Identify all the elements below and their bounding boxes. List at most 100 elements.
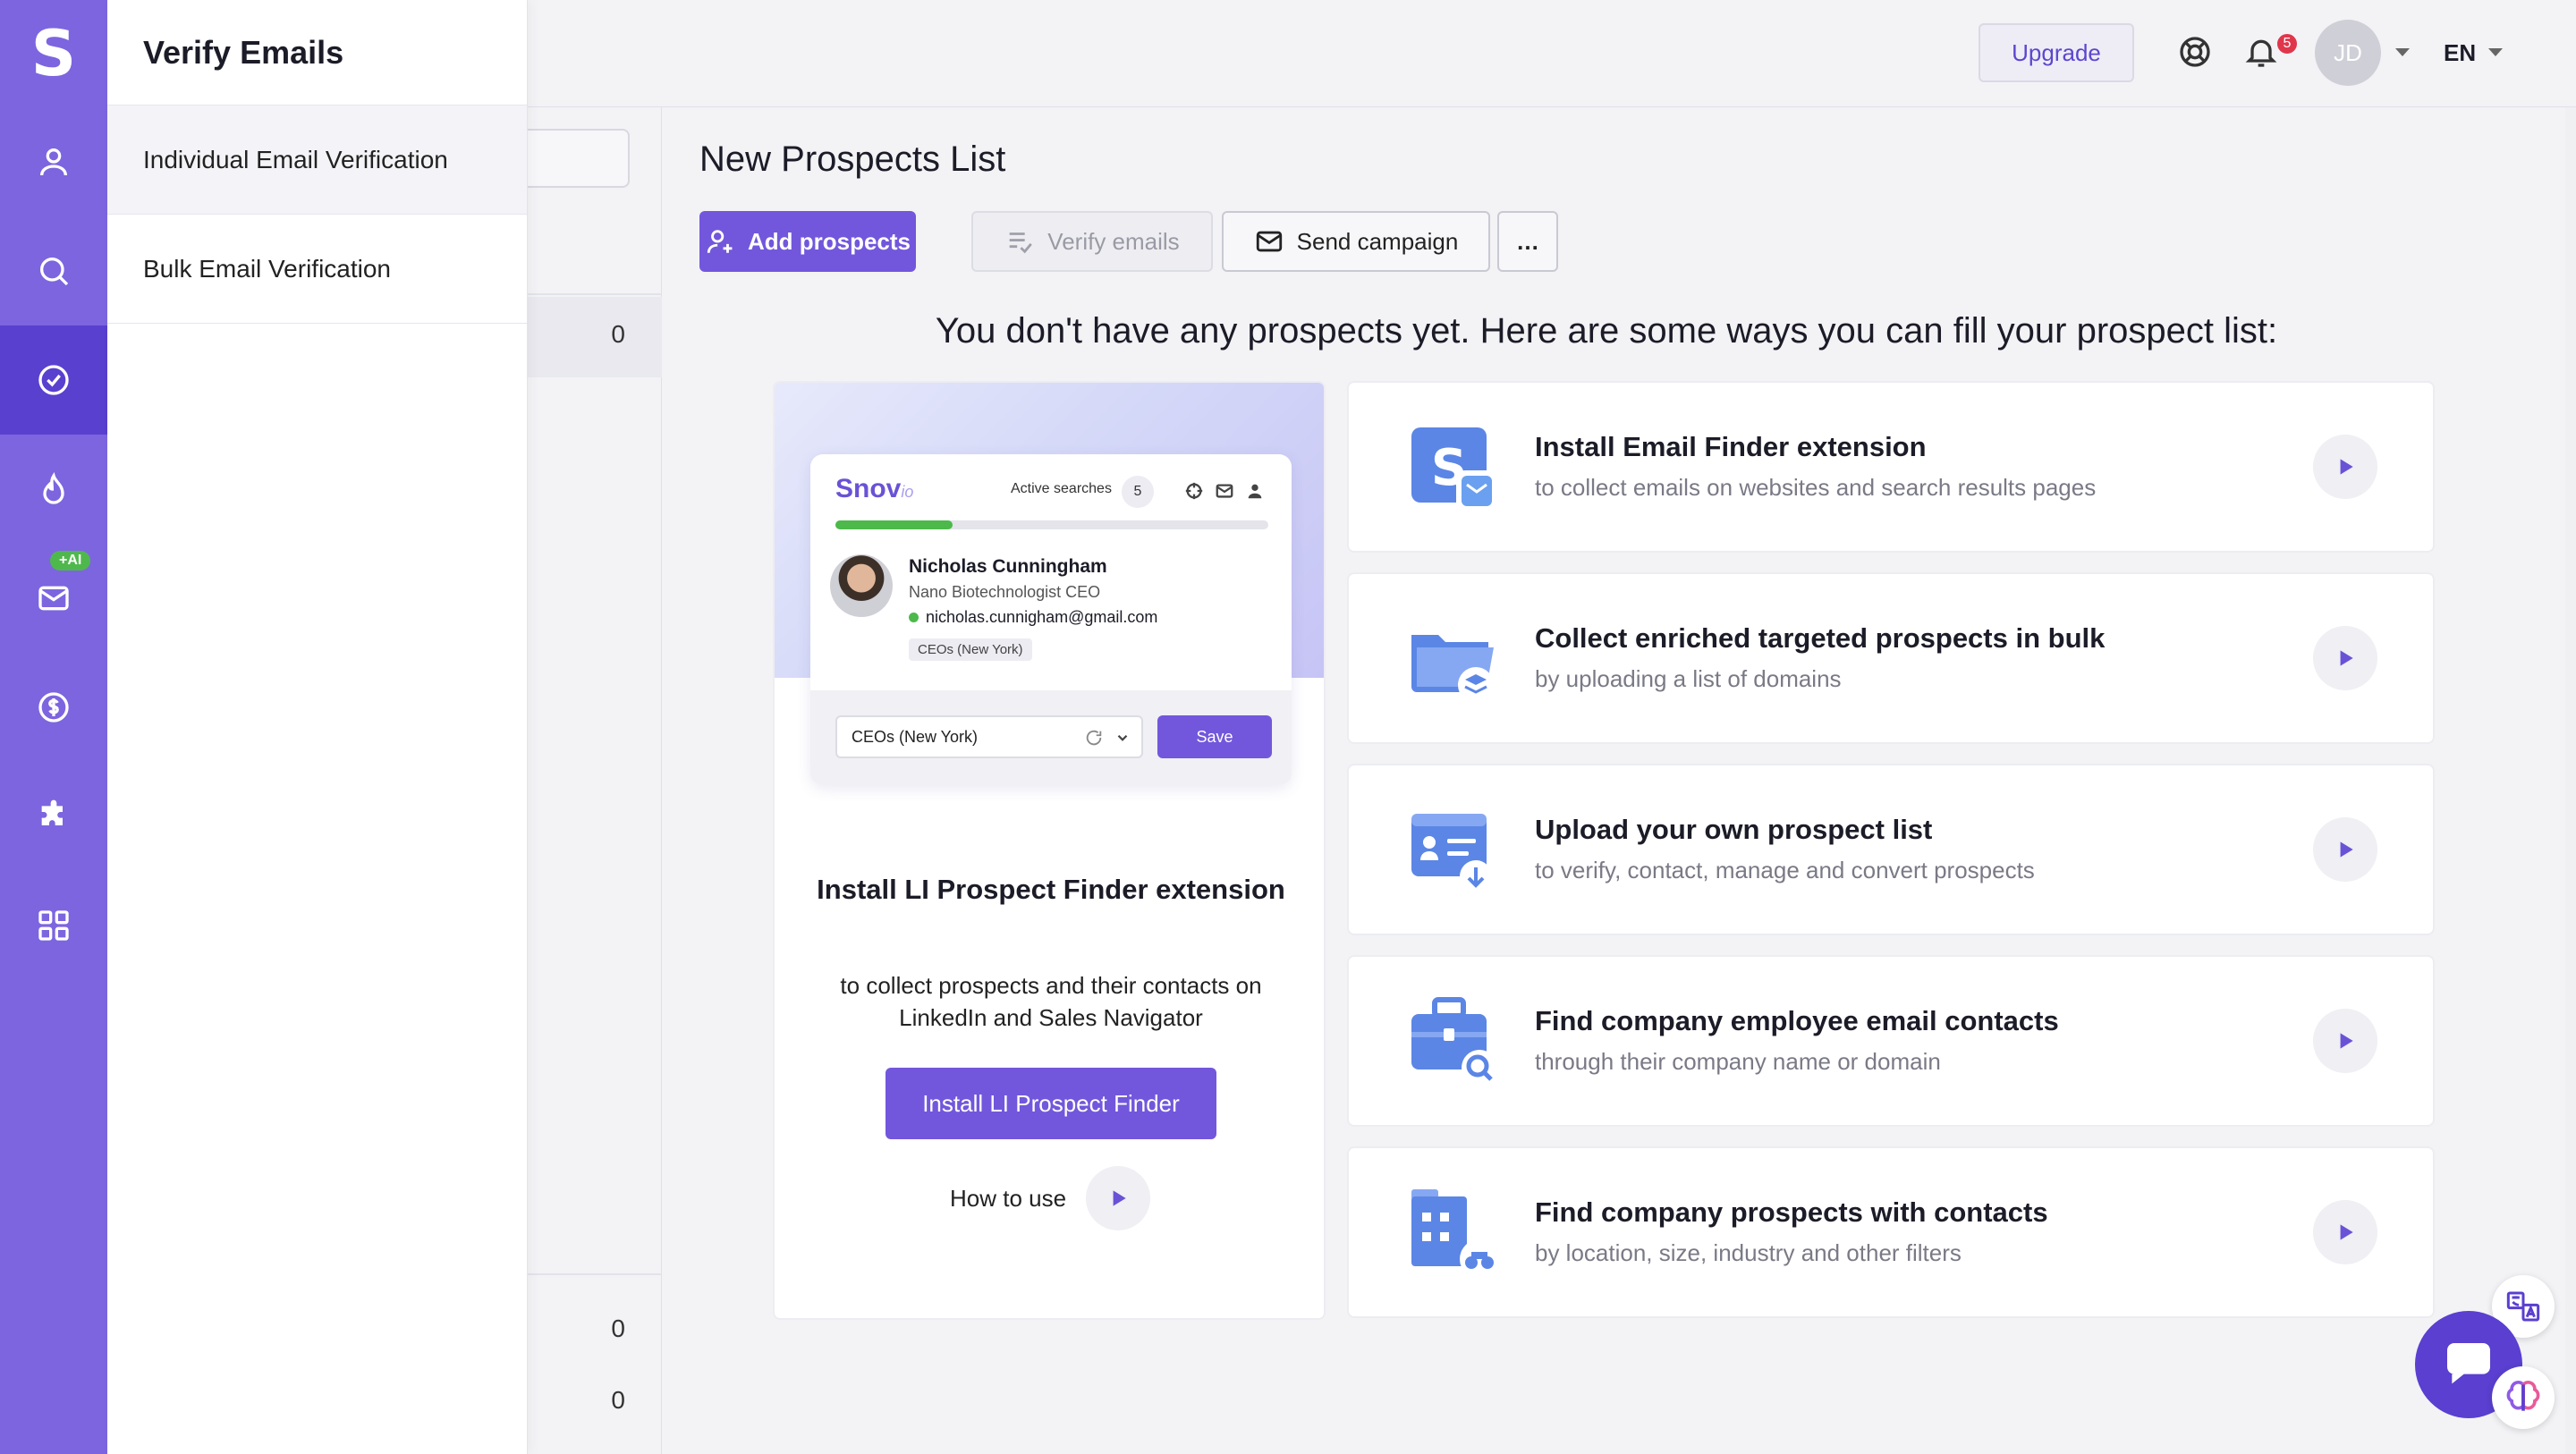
install-li-prospect-finder-button[interactable]: Install LI Prospect Finder [886,1068,1216,1139]
chevron-down-icon[interactable] [2488,48,2503,56]
person-email: nicholas.cunnigham@gmail.com [909,608,1157,627]
main-content: New Prospects List Add prospects Verify … [664,107,2576,1454]
play-video-button[interactable] [2313,1200,2377,1264]
lists-search-input[interactable] [528,129,630,188]
option-title: Find company employee email contacts [1535,1005,2059,1036]
mail-icon [1256,231,1282,252]
play-video-button[interactable] [2313,435,2377,499]
ai-assistant-widget[interactable] [2492,1366,2555,1429]
person-name: Nicholas Cunningham [909,556,1107,577]
send-campaign-button[interactable]: Send campaign [1222,211,1490,272]
option-description: to verify, contact, manage and convert p… [1535,857,2035,883]
email-finder-extension-icon: S [1411,427,1497,511]
help-lifebuoy-icon[interactable] [2177,34,2213,70]
nav-warmup[interactable] [0,435,107,544]
logo-letter: S [30,17,77,90]
building-binoculars-icon [1411,1189,1499,1279]
target-icon [1185,482,1203,500]
prospect-lists-panel: 0 0 0 [528,107,662,1454]
nav-integrations[interactable] [0,762,107,871]
person-list-tag: CEOs (New York) [909,638,1032,661]
option-card[interactable]: Find company employee email contacts thr… [1347,955,2435,1127]
list-count: 0 [611,1315,625,1342]
play-icon [2340,1224,2353,1240]
notifications-badge: 5 [2275,32,2299,55]
flyout-title: Verify Emails [107,0,527,106]
list-count: 0 [611,1386,625,1414]
snov-logo: Snovio [835,474,914,503]
play-icon [2340,650,2353,666]
option-description: to collect emails on websites and search… [1535,474,2097,501]
option-title: Upload your own prospect list [1535,814,1933,845]
how-to-use[interactable]: How to use [950,1166,1151,1230]
list-check-icon [1009,232,1033,254]
check-circle-icon [38,365,69,395]
search-icon [40,258,69,286]
option-description: through their company name or domain [1535,1048,1941,1075]
page-scrollbar[interactable] [2565,107,2576,1454]
ai-badge: +AI [50,551,91,571]
option-card[interactable]: Collect enriched targeted prospects in b… [1347,572,2435,744]
chevron-down-icon[interactable] [2395,48,2410,56]
promo-description: to collect prospects and their contacts … [840,972,1262,1031]
add-user-icon [707,230,733,253]
person-role: Nano Biotechnologist CEO [909,583,1101,601]
option-card[interactable]: Upload your own prospect list to verify,… [1347,764,2435,935]
flame-icon [43,471,64,504]
nav-verify-emails[interactable] [0,325,107,435]
main-nav-rail: S +AI [0,0,107,1454]
add-prospects-label: Add prospects [747,227,911,255]
app-logo[interactable]: S [0,0,107,107]
avatar[interactable]: JD [2315,20,2381,86]
play-video-button[interactable] [2313,1009,2377,1073]
nav-prospects[interactable] [0,107,107,216]
chevron-down-icon [1117,734,1128,741]
page-title[interactable]: New Prospects List [699,139,1005,180]
nav-search[interactable] [0,216,107,325]
empty-state-message: You don't have any prospects yet. Here a… [935,311,2278,351]
option-title: Find company prospects with contacts [1535,1196,2048,1228]
verify-emails-flyout: Verify Emails Individual Email Verificat… [107,0,528,1454]
how-to-use-label: How to use [950,1184,1067,1212]
user-icon [1248,484,1262,499]
search-progress-bar [835,520,1268,529]
refresh-icon [1086,730,1102,746]
individual-verification-item[interactable]: Individual Email Verification [107,106,527,215]
nav-deals[interactable] [0,653,107,762]
play-video-button[interactable] [2313,626,2377,690]
play-video-button[interactable] [1086,1166,1151,1230]
bulk-verification-item[interactable]: Bulk Email Verification [107,215,527,324]
mail-icon [38,586,69,611]
language-selector[interactable]: EN [2444,39,2476,67]
lists-divider-bottom [528,1273,662,1275]
active-searches-count: 5 [1122,476,1154,508]
verify-emails-button[interactable]: Verify emails [971,211,1213,272]
brain-icon [2506,1380,2540,1411]
nav-apps[interactable] [0,871,107,980]
bell-icon[interactable] [2243,34,2279,70]
person-avatar [830,554,893,617]
play-video-button[interactable] [2313,817,2377,882]
send-campaign-label: Send campaign [1296,227,1459,255]
contact-card-upload-icon [1411,814,1492,892]
add-prospects-button[interactable]: Add prospects [699,211,916,272]
user-icon [40,148,67,176]
option-card[interactable]: Find company prospects with contacts by … [1347,1146,2435,1318]
upgrade-button[interactable]: Upgrade [1979,23,2134,82]
folder-layers-icon [1411,635,1494,703]
apps-grid-icon [38,910,69,941]
briefcase-search-icon [1411,997,1497,1086]
more-actions-button[interactable]: … [1497,211,1558,272]
option-card[interactable]: S Install Email Finder extension to coll… [1347,381,2435,553]
extension-preview-image: Snovio Active searches 5 Nicholas Cunnin… [810,454,1292,785]
option-title: Install Email Finder extension [1535,431,1927,462]
play-icon [2340,459,2353,475]
li-prospect-finder-card: Snovio Active searches 5 Nicholas Cunnin… [773,381,1326,1320]
list-row-selected[interactable] [528,297,662,377]
chat-bubble-icon [2447,1343,2490,1384]
active-searches-label: Active searches [1011,481,1112,496]
save-button-preview: Save [1157,715,1272,758]
dollar-icon [38,692,69,723]
list-select-preview: CEOs (New York) [835,715,1143,758]
top-bar: Upgrade 5 JD EN [528,0,2576,107]
